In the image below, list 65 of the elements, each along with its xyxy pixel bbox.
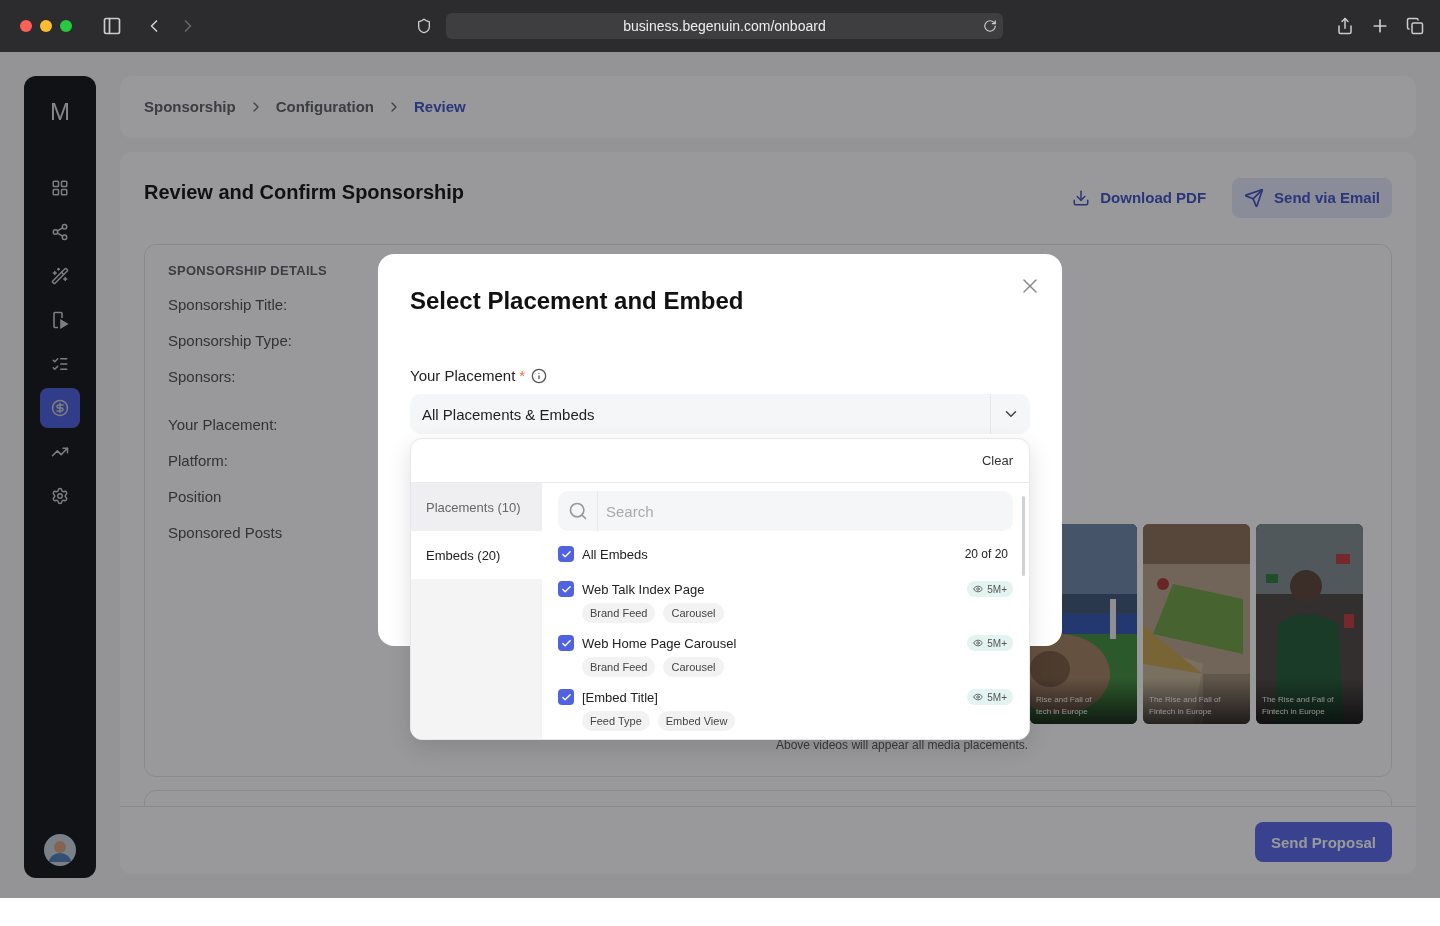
video-card[interactable]: The Rise and Fall of Fintech in Europe [1256, 523, 1363, 724]
tag-chip: Embed View [657, 711, 736, 731]
dollar-icon[interactable] [40, 388, 80, 428]
breadcrumb-link[interactable]: Review [414, 98, 466, 116]
maximize-window-button[interactable] [59, 20, 72, 32]
field-label: Sponsors: [168, 366, 236, 387]
field-label: Your Placement [410, 366, 516, 386]
checkmark-icon [560, 548, 572, 560]
views-badge: 5M+ [967, 581, 1013, 597]
reload-icon[interactable] [983, 19, 997, 33]
breadcrumb-link[interactable]: Configuration [275, 98, 374, 116]
logo[interactable]: M [50, 98, 70, 124]
option-label: Web Home Page Carousel [582, 635, 738, 651]
sidebar-toggle-icon[interactable] [101, 16, 122, 36]
checkbox[interactable] [558, 635, 574, 651]
selection-count: 20 of 20 [964, 547, 1008, 561]
tag-chip: Brand Feed [582, 603, 656, 623]
download-link[interactable]: Download PDF [1072, 177, 1207, 218]
send-icon [1244, 187, 1265, 208]
checkbox[interactable] [558, 581, 574, 597]
tag-chip: Feed Type [582, 711, 650, 731]
option-label: All Embeds [582, 546, 649, 562]
scrollbar[interactable] [1022, 496, 1025, 576]
field-label: Platform: [168, 450, 228, 471]
checkmark-icon [560, 637, 572, 649]
field-label: Your Placement: [168, 414, 278, 435]
checkmark-icon [560, 691, 572, 703]
clear-link[interactable]: Clear [981, 453, 1013, 468]
tabs-icon[interactable] [1406, 17, 1424, 35]
gallery-note: Above videos will appear all media placements. [776, 737, 1029, 752]
close-window-button[interactable] [20, 20, 32, 32]
checkmark-icon [560, 583, 572, 595]
checkbox[interactable] [558, 689, 574, 705]
field-label: Sponsored Posts [168, 522, 283, 543]
checkbox[interactable] [558, 546, 574, 562]
send-proposal-button[interactable]: Send Proposal [1254, 822, 1392, 863]
address-bar[interactable]: business.begenuin.com/onboard [445, 13, 1003, 39]
placement-select[interactable]: All Placements & Embeds [410, 394, 1030, 434]
option-label: Web Talk Index Page [582, 581, 706, 597]
share-icon[interactable] [1336, 17, 1354, 35]
option-label: [Embed Title] [582, 689, 659, 705]
search-input[interactable]: Search [598, 501, 1013, 521]
breadcrumb-link[interactable]: Sponsorship [144, 98, 236, 116]
tag-chip: Carousel [663, 657, 724, 677]
search-field[interactable]: Search [558, 491, 1013, 531]
field-label: Position [168, 486, 222, 507]
field-label: Sponsorship Type: [168, 330, 292, 351]
field-label: Sponsorship Title: [168, 294, 288, 315]
tag-chip: Carousel [663, 603, 724, 623]
category-tab[interactable]: Embeds (20) [411, 531, 542, 579]
required-mark: * [519, 366, 526, 386]
tag-chip: Brand Feed [582, 657, 656, 677]
views-badge: 5M+ [967, 635, 1013, 651]
page-title: Review and Confirm Sponsorship [144, 179, 465, 205]
views-badge: 5M+ [967, 689, 1013, 705]
download-icon [1072, 188, 1091, 207]
minimize-window-button[interactable] [40, 20, 52, 32]
modal-title: Select Placement and Embed [410, 286, 745, 316]
send-email-button[interactable]: Send via Email [1232, 177, 1392, 218]
shield-icon[interactable] [415, 18, 432, 34]
category-tab[interactable]: Placements (10) [411, 483, 542, 531]
avatar[interactable] [44, 834, 76, 866]
info-icon[interactable] [531, 368, 548, 384]
section-heading: SPONSORSHIP DETAILS [168, 261, 329, 280]
video-card[interactable]: The Rise and Fall of Fintech in Europe [1143, 523, 1250, 724]
